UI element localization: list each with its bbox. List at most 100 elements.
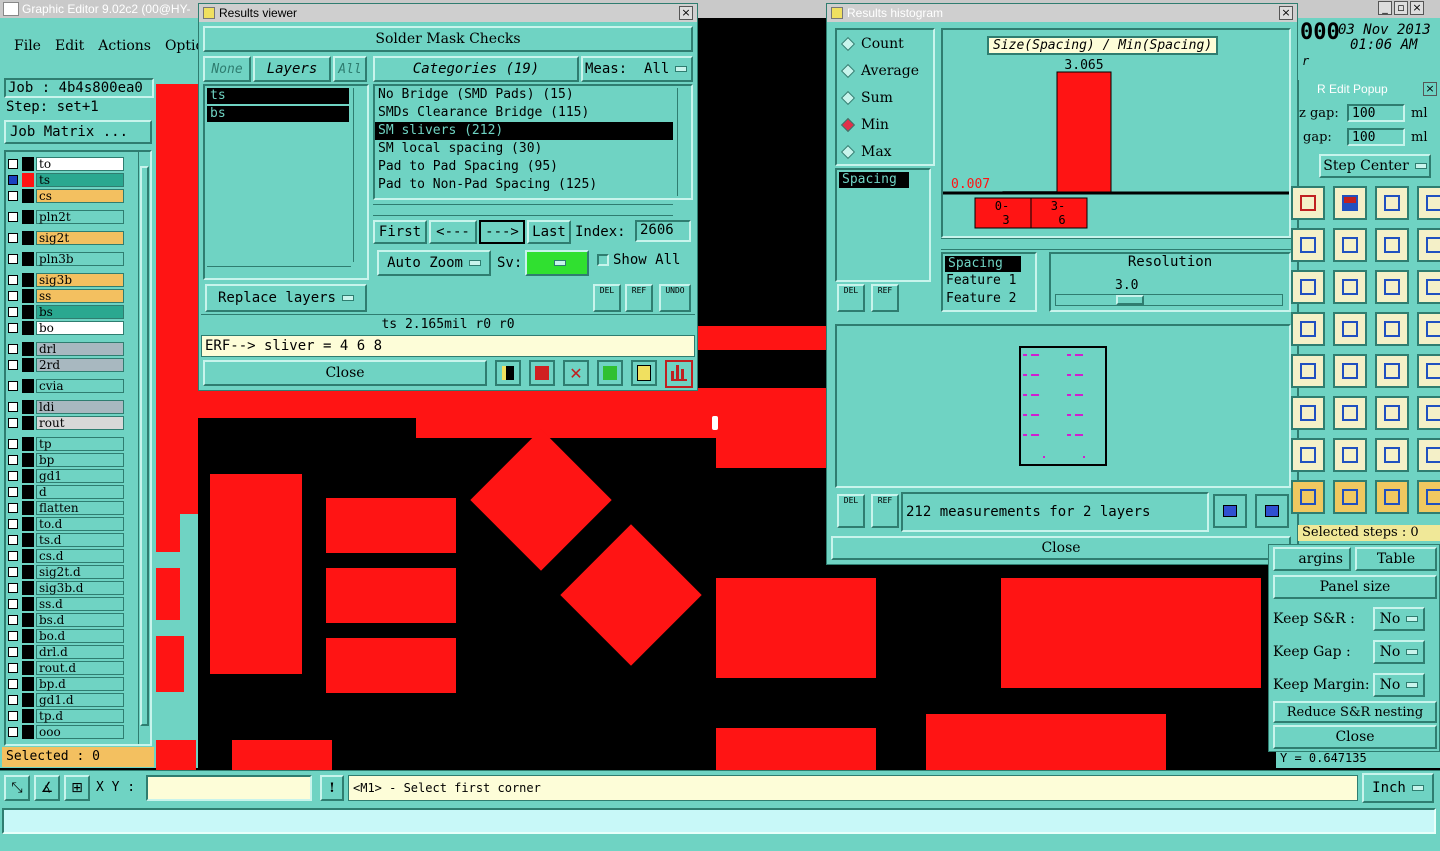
layer-name[interactable]: ts.d — [36, 533, 124, 547]
layer-visibility-checkbox[interactable] — [8, 647, 18, 657]
layer-visibility-checkbox[interactable] — [8, 679, 18, 689]
keep-margin-dropdown[interactable]: No — [1373, 673, 1425, 697]
result-layers-list[interactable]: ts bs — [203, 84, 369, 280]
preview-del-button[interactable]: DEL — [837, 494, 865, 528]
first-button[interactable]: First — [373, 220, 427, 244]
rotate-icon[interactable] — [1291, 228, 1325, 262]
tree-icon[interactable] — [1333, 312, 1367, 346]
panelize-icon[interactable] — [1417, 228, 1440, 262]
layer-name[interactable]: sig2t.d — [36, 565, 124, 579]
layer-name[interactable]: rout — [36, 416, 124, 430]
mode-average[interactable]: Average — [837, 57, 933, 84]
scroll-thumb[interactable] — [140, 166, 149, 726]
hist-ref-button[interactable]: REF — [871, 284, 899, 312]
layer-row-sig2t[interactable]: sig2t — [8, 231, 124, 245]
layer-visibility-checkbox[interactable] — [8, 323, 18, 333]
index-input[interactable]: 2606 — [635, 220, 691, 242]
layer-row-ts[interactable]: ts — [8, 173, 124, 187]
space-vert-icon[interactable] — [1291, 438, 1325, 472]
layer-visibility-checkbox[interactable] — [8, 291, 18, 301]
layer-visibility-checkbox[interactable] — [8, 381, 18, 391]
layer-visibility-checkbox[interactable] — [8, 551, 18, 561]
sv-color-dropdown[interactable] — [525, 250, 589, 276]
layer-row-sig3b.d[interactable]: sig3b.d — [8, 581, 124, 595]
menu-actions[interactable]: Actions — [98, 38, 151, 54]
layer-visibility-checkbox[interactable] — [8, 535, 18, 545]
layer-visibility-checkbox[interactable] — [8, 583, 18, 593]
keep-sr-dropdown[interactable]: No — [1373, 607, 1425, 631]
layer-name[interactable]: bp — [36, 453, 124, 467]
nest-icon[interactable] — [1417, 312, 1440, 346]
preview-ref-button[interactable]: REF — [871, 494, 899, 528]
layer-row-bo.d[interactable]: bo.d — [8, 629, 124, 643]
layer-row-cs.d[interactable]: cs.d — [8, 549, 124, 563]
delete-step-icon[interactable] — [1375, 228, 1409, 262]
histogram-close-button[interactable]: Close — [831, 536, 1291, 560]
layer-name[interactable]: pln2t — [36, 210, 124, 224]
categories-list[interactable]: No Bridge (SMD Pads) (15) SMDs Clearance … — [373, 84, 693, 200]
layer-visibility-checkbox[interactable] — [8, 254, 18, 264]
layer-row-ss[interactable]: ss — [8, 289, 124, 303]
ref-delete-icon[interactable]: ✕ — [563, 360, 589, 386]
histogram-hscrollbar[interactable] — [941, 238, 1291, 250]
layer-visibility-checkbox[interactable] — [8, 455, 18, 465]
category-item[interactable]: SM slivers (212) — [375, 122, 673, 140]
number-icon[interactable] — [597, 360, 623, 386]
radio-icon[interactable] — [840, 36, 856, 51]
category-item[interactable]: SM local spacing (30) — [375, 140, 673, 158]
grid-2x2-icon[interactable] — [1333, 186, 1367, 220]
layer-row-ooo[interactable]: ooo — [8, 725, 124, 739]
layer-row-flatten[interactable]: flatten — [8, 501, 124, 515]
menu-file[interactable]: File — [14, 38, 41, 54]
select-icon[interactable] — [1291, 480, 1325, 514]
layer-visibility-checkbox[interactable] — [8, 631, 18, 641]
layer-name[interactable]: to.d — [36, 517, 124, 531]
layer-row-ss.d[interactable]: ss.d — [8, 597, 124, 611]
layer-visibility-checkbox[interactable] — [8, 439, 18, 449]
auto-zoom-dropdown[interactable]: Auto Zoom — [377, 250, 491, 276]
layers-button[interactable]: Layers — [253, 56, 331, 82]
category-item[interactable]: SMDs Clearance Bridge (115) — [375, 104, 673, 122]
zoom-out-icon[interactable] — [1255, 494, 1289, 528]
radio-icon[interactable] — [840, 90, 856, 105]
layer-row-tp.d[interactable]: tp.d — [8, 709, 124, 723]
center-icon[interactable] — [1417, 438, 1440, 472]
step-center-dropdown[interactable]: Step Center — [1319, 154, 1431, 178]
layer-visibility-checkbox[interactable] — [8, 418, 18, 428]
close-icon[interactable]: × — [1410, 1, 1424, 15]
command-input[interactable] — [2, 808, 1436, 834]
mode-count[interactable]: Count — [837, 30, 933, 57]
export-icon[interactable] — [529, 360, 555, 386]
category-item[interactable]: Pad to Pad Spacing (95) — [375, 158, 673, 176]
spread-icon[interactable] — [1375, 354, 1409, 388]
minimize-icon[interactable]: _ — [1378, 1, 1392, 15]
layer-name[interactable]: bs — [36, 305, 124, 319]
stack-icon[interactable] — [1417, 354, 1440, 388]
layer-name[interactable]: d — [36, 485, 124, 499]
layer-name[interactable]: cvia — [36, 379, 124, 393]
slider-thumb[interactable] — [1116, 295, 1144, 305]
layer-name[interactable]: bo.d — [36, 629, 124, 643]
mode-min[interactable]: Min — [837, 111, 933, 138]
prev-button[interactable]: <--- — [429, 220, 477, 244]
hist-del-button[interactable]: DEL — [837, 284, 865, 312]
layer-item-ts[interactable]: ts — [207, 88, 349, 104]
layer-name[interactable]: ooo — [36, 725, 124, 739]
layer-row-2rd[interactable]: 2rd — [8, 358, 124, 372]
edit-icon[interactable] — [1333, 480, 1367, 514]
layer-name[interactable]: ldi — [36, 400, 124, 414]
layer-visibility-checkbox[interactable] — [8, 663, 18, 673]
layout-icon[interactable] — [1291, 186, 1325, 220]
layer-visibility-checkbox[interactable] — [8, 159, 18, 169]
layer-visibility-checkbox[interactable] — [8, 275, 18, 285]
layer-name[interactable]: flatten — [36, 501, 124, 515]
feature-spacing[interactable]: Spacing — [945, 256, 1021, 272]
layer-row-to[interactable]: to — [8, 157, 124, 171]
hand-icon[interactable] — [1417, 480, 1440, 514]
layer-row-sig3b[interactable]: sig3b — [8, 273, 124, 287]
measure-list[interactable]: Spacing — [835, 168, 931, 282]
align-right-icon[interactable] — [1291, 396, 1325, 430]
maximize-icon[interactable]: ▫ — [1394, 1, 1408, 15]
category-item[interactable]: Pad to Non-Pad Spacing (125) — [375, 176, 673, 194]
feature-1[interactable]: Feature 1 — [943, 272, 1035, 290]
